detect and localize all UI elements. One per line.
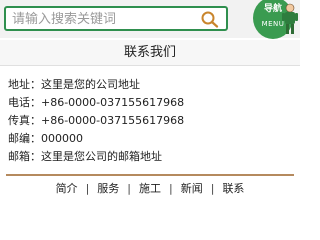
phone-row: 电话：+86-0000-037155617968 — [8, 94, 298, 112]
top-bar: 导航 MENU — [0, 0, 300, 39]
footer-link-services[interactable]: 服务 — [89, 182, 127, 195]
nav-menu-button[interactable]: 导航 MENU — [245, 0, 300, 39]
search-box[interactable] — [4, 6, 228, 31]
email-value: 这里是您公司的邮箱地址 — [41, 150, 162, 163]
footer-link-news[interactable]: 新闻 — [173, 182, 211, 195]
phone-label: 电话： — [8, 96, 41, 109]
search-input[interactable] — [12, 11, 192, 28]
search-icon[interactable] — [200, 10, 220, 28]
footer-link-contact[interactable]: 联系 — [214, 182, 252, 195]
phone-value: +86-0000-037155617968 — [41, 96, 185, 109]
address-value: 这里是您的公司地址 — [41, 78, 140, 91]
contact-info: 地址：这里是您的公司地址 电话：+86-0000-037155617968 传真… — [8, 76, 298, 166]
footer-link-intro[interactable]: 简介 — [48, 182, 86, 195]
footer-divider — [6, 174, 294, 176]
fax-row: 传真：+86-0000-037155617968 — [8, 112, 298, 130]
postcode-row: 邮编：000000 — [8, 130, 298, 148]
menu-mascot-icon — [282, 3, 298, 34]
postcode-label: 邮编： — [8, 132, 41, 145]
address-label: 地址： — [8, 78, 41, 91]
footer-nav: 简介 | 服务 | 施工 | 新闻 | 联系 — [0, 178, 300, 200]
postcode-value: 000000 — [41, 132, 83, 145]
fax-value: +86-0000-037155617968 — [41, 114, 185, 127]
fax-label: 传真： — [8, 114, 41, 127]
email-row: 邮箱：这里是您公司的邮箱地址 — [8, 148, 298, 166]
email-label: 邮箱： — [8, 150, 41, 163]
footer-link-construction[interactable]: 施工 — [131, 182, 169, 195]
page-title: 联系我们 — [0, 40, 300, 66]
address-row: 地址：这里是您的公司地址 — [8, 76, 298, 94]
